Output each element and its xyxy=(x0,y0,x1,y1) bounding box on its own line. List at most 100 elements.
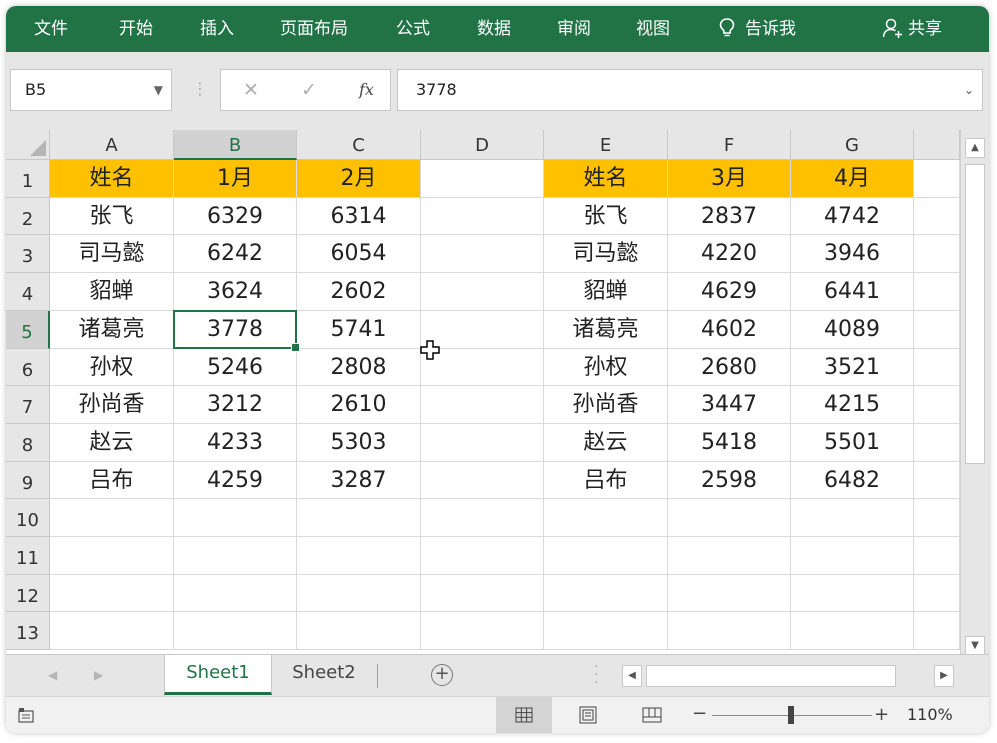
cell-e10[interactable] xyxy=(544,499,668,537)
cell-g7[interactable]: 4215 xyxy=(791,386,914,424)
horizontal-scrollbar[interactable]: ◀ ▶ xyxy=(622,665,954,687)
cell-a1[interactable]: 姓名 xyxy=(50,160,174,198)
cell-g9[interactable]: 6482 xyxy=(791,462,914,499)
cell-b2[interactable]: 6329 xyxy=(174,198,297,235)
zoom-out-button[interactable]: − xyxy=(692,697,707,731)
checkmark-icon[interactable]: ✓ xyxy=(301,70,317,110)
insert-function-icon[interactable]: fx xyxy=(359,70,374,110)
cell-e8[interactable]: 赵云 xyxy=(544,424,668,462)
tell-me-box[interactable]: 告诉我 xyxy=(719,6,796,52)
cell-h1[interactable] xyxy=(914,160,960,198)
cell-e6[interactable]: 孙权 xyxy=(544,349,668,386)
scroll-right-icon[interactable]: ▶ xyxy=(934,665,954,687)
cell-f7[interactable]: 3447 xyxy=(668,386,791,424)
column-header-b[interactable]: B xyxy=(174,130,297,160)
row-header-4[interactable]: 4 xyxy=(6,273,50,311)
cell-c7[interactable]: 2610 xyxy=(297,386,421,424)
cell-a10[interactable] xyxy=(50,499,174,537)
cell-f8[interactable]: 5418 xyxy=(668,424,791,462)
cell-h11[interactable] xyxy=(914,537,960,575)
cell-c2[interactable]: 6314 xyxy=(297,198,421,235)
cell-e4[interactable]: 貂蝉 xyxy=(544,273,668,311)
cell-d9[interactable] xyxy=(421,462,544,499)
cell-b11[interactable] xyxy=(174,537,297,575)
cell-h8[interactable] xyxy=(914,424,960,462)
cell-e12[interactable] xyxy=(544,575,668,612)
cell-f6[interactable]: 2680 xyxy=(668,349,791,386)
cell-b13[interactable] xyxy=(174,612,297,650)
cell-e13[interactable] xyxy=(544,612,668,650)
cell-h3[interactable] xyxy=(914,235,960,273)
tab-home[interactable]: 开始 xyxy=(119,6,153,52)
tab-view[interactable]: 视图 xyxy=(636,6,670,52)
cell-a7[interactable]: 孙尚香 xyxy=(50,386,174,424)
cell-g3[interactable]: 3946 xyxy=(791,235,914,273)
cell-b9[interactable]: 4259 xyxy=(174,462,297,499)
share-button[interactable]: 共享 xyxy=(882,6,942,52)
cell-e3[interactable]: 司马懿 xyxy=(544,235,668,273)
cell-b3[interactable]: 6242 xyxy=(174,235,297,273)
cell-a5[interactable]: 诸葛亮 xyxy=(50,311,174,349)
cell-d2[interactable] xyxy=(421,198,544,235)
cell-c9[interactable]: 3287 xyxy=(297,462,421,499)
cell-f12[interactable] xyxy=(668,575,791,612)
name-box[interactable]: B5 ▼ xyxy=(10,69,172,111)
cell-a12[interactable] xyxy=(50,575,174,612)
tab-review[interactable]: 审阅 xyxy=(557,6,591,52)
cell-g2[interactable]: 4742 xyxy=(791,198,914,235)
cell-g11[interactable] xyxy=(791,537,914,575)
cell-g13[interactable] xyxy=(791,612,914,650)
sheet-tab-2[interactable]: Sheet2 xyxy=(272,655,376,695)
cell-c11[interactable] xyxy=(297,537,421,575)
row-header-7[interactable]: 7 xyxy=(6,386,50,424)
formula-input[interactable]: 3778 ⌄ xyxy=(397,69,983,111)
cell-c4[interactable]: 2602 xyxy=(297,273,421,311)
cell-h4[interactable] xyxy=(914,273,960,311)
zoom-slider-thumb[interactable] xyxy=(788,706,794,724)
cell-e9[interactable]: 吕布 xyxy=(544,462,668,499)
cell-d7[interactable] xyxy=(421,386,544,424)
cell-a9[interactable]: 吕布 xyxy=(50,462,174,499)
cell-d11[interactable] xyxy=(421,537,544,575)
scroll-up-icon[interactable]: ▲ xyxy=(965,138,985,158)
cell-a4[interactable]: 貂蝉 xyxy=(50,273,174,311)
scroll-down-icon[interactable]: ▼ xyxy=(965,636,985,656)
cell-d3[interactable] xyxy=(421,235,544,273)
horizontal-scroll-thumb[interactable] xyxy=(646,665,896,687)
cell-f4[interactable]: 4629 xyxy=(668,273,791,311)
cell-d12[interactable] xyxy=(421,575,544,612)
cell-f1[interactable]: 3月 xyxy=(668,160,791,198)
cell-g1[interactable]: 4月 xyxy=(791,160,914,198)
cell-f3[interactable]: 4220 xyxy=(668,235,791,273)
cell-d8[interactable] xyxy=(421,424,544,462)
cell-h10[interactable] xyxy=(914,499,960,537)
cell-h6[interactable] xyxy=(914,349,960,386)
cell-g12[interactable] xyxy=(791,575,914,612)
cell-g8[interactable]: 5501 xyxy=(791,424,914,462)
tab-file[interactable]: 文件 xyxy=(34,6,68,52)
row-header-13[interactable]: 13 xyxy=(6,612,50,650)
row-header-11[interactable]: 11 xyxy=(6,537,50,575)
page-break-view-button[interactable] xyxy=(624,697,680,733)
cell-e5[interactable]: 诸葛亮 xyxy=(544,311,668,349)
macro-record-icon[interactable] xyxy=(18,707,34,723)
cell-a3[interactable]: 司马懿 xyxy=(50,235,174,273)
cell-f10[interactable] xyxy=(668,499,791,537)
cell-d13[interactable] xyxy=(421,612,544,650)
cell-b12[interactable] xyxy=(174,575,297,612)
column-header-c[interactable]: C xyxy=(297,130,421,160)
sheet-prev-icon[interactable]: ◀ xyxy=(48,655,57,695)
cell-c13[interactable] xyxy=(297,612,421,650)
select-all-corner[interactable] xyxy=(6,130,50,160)
cell-c3[interactable]: 6054 xyxy=(297,235,421,273)
cell-f5[interactable]: 4602 xyxy=(668,311,791,349)
row-header-1[interactable]: 1 xyxy=(6,160,50,198)
cell-a6[interactable]: 孙权 xyxy=(50,349,174,386)
cell-a13[interactable] xyxy=(50,612,174,650)
cell-c12[interactable] xyxy=(297,575,421,612)
column-header-blank[interactable] xyxy=(914,130,960,160)
zoom-level[interactable]: 110% xyxy=(907,697,953,733)
cell-d1[interactable] xyxy=(421,160,544,198)
cell-g4[interactable]: 6441 xyxy=(791,273,914,311)
cell-h5[interactable] xyxy=(914,311,960,349)
